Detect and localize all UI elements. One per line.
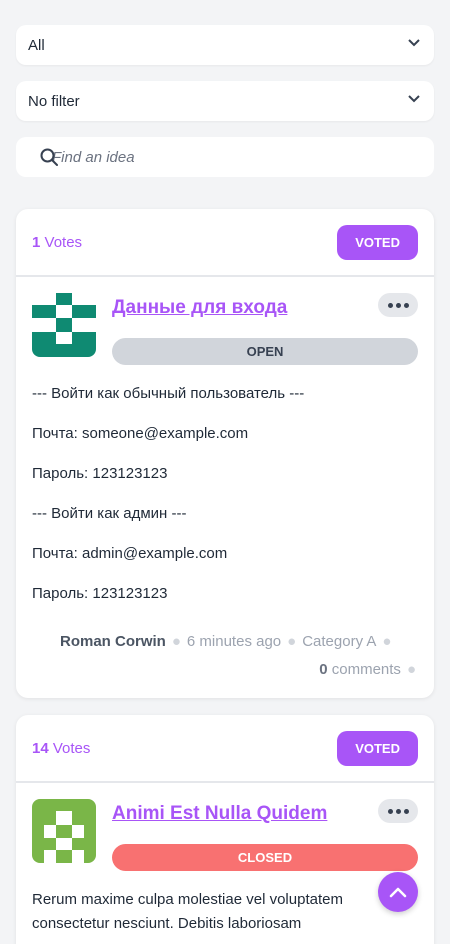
idea-body-line: --- Войти как админ --- bbox=[32, 505, 187, 522]
voted-button[interactable]: VOTED bbox=[337, 730, 418, 766]
status-badge: OPEN bbox=[112, 338, 418, 365]
votes-count: 1 bbox=[32, 233, 41, 251]
more-options-button[interactable] bbox=[378, 293, 418, 317]
search-placeholder: Find an idea bbox=[52, 148, 135, 166]
idea-body-line: Пароль: 123123123 bbox=[32, 465, 168, 482]
idea-body-line: Почта: admin@example.com bbox=[32, 545, 228, 562]
chevron-up-icon bbox=[389, 887, 407, 898]
idea-content: Данные для входа OPEN --- Войти как обыч… bbox=[16, 277, 434, 678]
category-label: Category A bbox=[302, 633, 377, 650]
dot-icon bbox=[395, 302, 401, 308]
idea-card: 14 Votes VOTED Animi Est Nulla Quidem CL… bbox=[16, 715, 434, 944]
votes-label: Votes bbox=[52, 739, 91, 757]
dot-icon bbox=[387, 302, 393, 308]
votes-label: Votes bbox=[44, 233, 83, 251]
scroll-to-top-button[interactable] bbox=[378, 872, 418, 912]
status-badge: CLOSED bbox=[112, 844, 418, 871]
category-select-value: All bbox=[28, 36, 45, 54]
search-icon bbox=[40, 148, 58, 166]
dot-icon bbox=[403, 302, 409, 308]
dot-icon bbox=[403, 808, 409, 814]
search-input[interactable]: Find an idea bbox=[16, 137, 434, 177]
dot-icon bbox=[395, 808, 401, 814]
idea-logo bbox=[32, 799, 96, 863]
more-options-button[interactable] bbox=[378, 799, 418, 823]
idea-card-header: 14 Votes VOTED bbox=[16, 715, 434, 783]
idea-body-line: consectetur nesciunt. Debitis laboriosam bbox=[32, 915, 302, 932]
idea-logo bbox=[32, 293, 96, 357]
idea-body-line: Почта: someone@example.com bbox=[32, 425, 249, 442]
idea-body-line: Rerum maxime culpa molestiae vel volupta… bbox=[32, 891, 343, 908]
idea-content: Animi Est Nulla Quidem CLOSED Rerum maxi… bbox=[16, 783, 434, 932]
comments-meta[interactable]: 0 comments ● bbox=[319, 661, 422, 678]
idea-card: 1 Votes VOTED Данные для входа OPEN --- … bbox=[16, 209, 434, 698]
post-time: 6 minutes ago bbox=[186, 633, 282, 650]
votes-counter: 14 Votes bbox=[32, 740, 90, 757]
status-filter-select[interactable]: No filter bbox=[16, 81, 434, 121]
comments-label: comments bbox=[331, 661, 401, 678]
voted-button[interactable]: VOTED bbox=[337, 224, 418, 260]
author-name: Roman Corwin bbox=[60, 633, 166, 650]
chevron-down-icon bbox=[408, 95, 420, 103]
idea-body-line: --- Войти как обычный пользователь --- bbox=[32, 385, 305, 402]
chevron-down-icon bbox=[408, 39, 420, 47]
comments-count: 0 bbox=[319, 661, 328, 678]
idea-body-line: Пароль: 123123123 bbox=[32, 585, 168, 602]
idea-card-header: 1 Votes VOTED bbox=[16, 209, 434, 277]
votes-count: 14 bbox=[32, 739, 49, 757]
idea-title-link[interactable]: Animi Est Nulla Quidem bbox=[112, 803, 327, 825]
category-select[interactable]: All bbox=[16, 25, 434, 65]
idea-title-link[interactable]: Данные для входа bbox=[112, 297, 287, 319]
dot-icon bbox=[387, 808, 393, 814]
votes-counter: 1 Votes bbox=[32, 234, 82, 251]
status-filter-value: No filter bbox=[28, 92, 80, 110]
idea-meta: Roman Corwin ● 6 minutes ago ● Category A ● bbox=[60, 633, 392, 650]
